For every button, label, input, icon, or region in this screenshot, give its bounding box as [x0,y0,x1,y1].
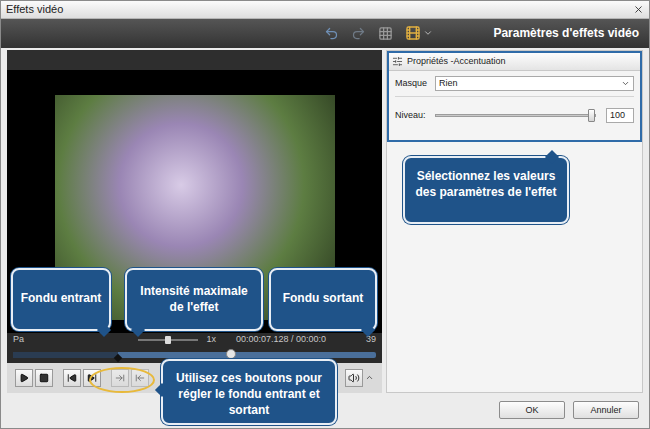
level-input[interactable]: 100 [606,108,634,123]
previous-icon [67,373,77,383]
status-strip: Pa1x00:00:07.128 / 00:00:039 [7,333,382,347]
fade-in-icon [115,373,125,383]
callout: Fondu entrant [11,268,111,331]
video-panel: Pa1x00:00:07.128 / 00:00:039 [7,50,382,393]
mask-select[interactable]: Rien [435,76,634,91]
dropdown-icon[interactable] [423,28,433,38]
redo-icon[interactable] [351,26,366,41]
properties-icon [392,56,403,67]
window-title: Effets vidéo [6,4,63,15]
fadeout-button[interactable] [131,369,149,387]
grid-icon[interactable] [378,26,393,41]
volume-menu-icon[interactable] [365,373,374,382]
callout: Utilisez ces boutons pour régler le fond… [161,359,337,425]
highlight-ellipse [89,367,155,393]
effects-window: Effets vidéo Paramètres d'effets vidéo Pa 1… [0,0,650,429]
cancel-button[interactable]: Annuler [573,401,639,419]
properties-box: Propriétés -AccentuationMasqueRienNiveau… [387,51,642,142]
fadein-button[interactable] [111,369,129,387]
fade-out-icon [135,373,145,383]
properties-header: Propriétés -Accentuation [389,53,640,71]
speed-text: 1x [206,335,216,344]
close-icon[interactable] [633,4,644,15]
status-text: Pa [13,335,24,344]
callout: Sélectionnez les valeurs des paramètres … [403,156,569,224]
callout: Intensité maximale de l'effet [125,268,263,331]
toolbar: Paramètres d'effets vidéo [1,19,649,48]
toolbar-title: Paramètres d'effets vidéo [493,24,639,42]
speed-slider[interactable] [138,339,198,341]
time-text: 00:00:07.128 / 00:00:0 [236,335,326,344]
next-button[interactable] [83,369,101,387]
level-row: Niveau:100 [395,97,634,135]
ok-button[interactable]: OK [499,401,565,419]
play-button[interactable] [15,369,33,387]
stop-button[interactable] [35,369,53,387]
title-bar: Effets vidéo [1,1,649,19]
position-thumb[interactable] [226,349,236,359]
fade-in-marker[interactable] [114,354,122,362]
callout: Fondu sortant [269,268,377,331]
select-arrow-icon [621,79,630,88]
stop-icon [39,373,49,383]
undo-icon[interactable] [324,26,339,41]
film-icon[interactable] [405,25,421,41]
volume-button[interactable] [345,369,363,387]
play-icon [19,373,29,383]
volume-icon [348,372,360,384]
prev-button[interactable] [63,369,81,387]
level-slider[interactable] [435,114,596,117]
mask-row: MasqueRien [395,71,634,97]
